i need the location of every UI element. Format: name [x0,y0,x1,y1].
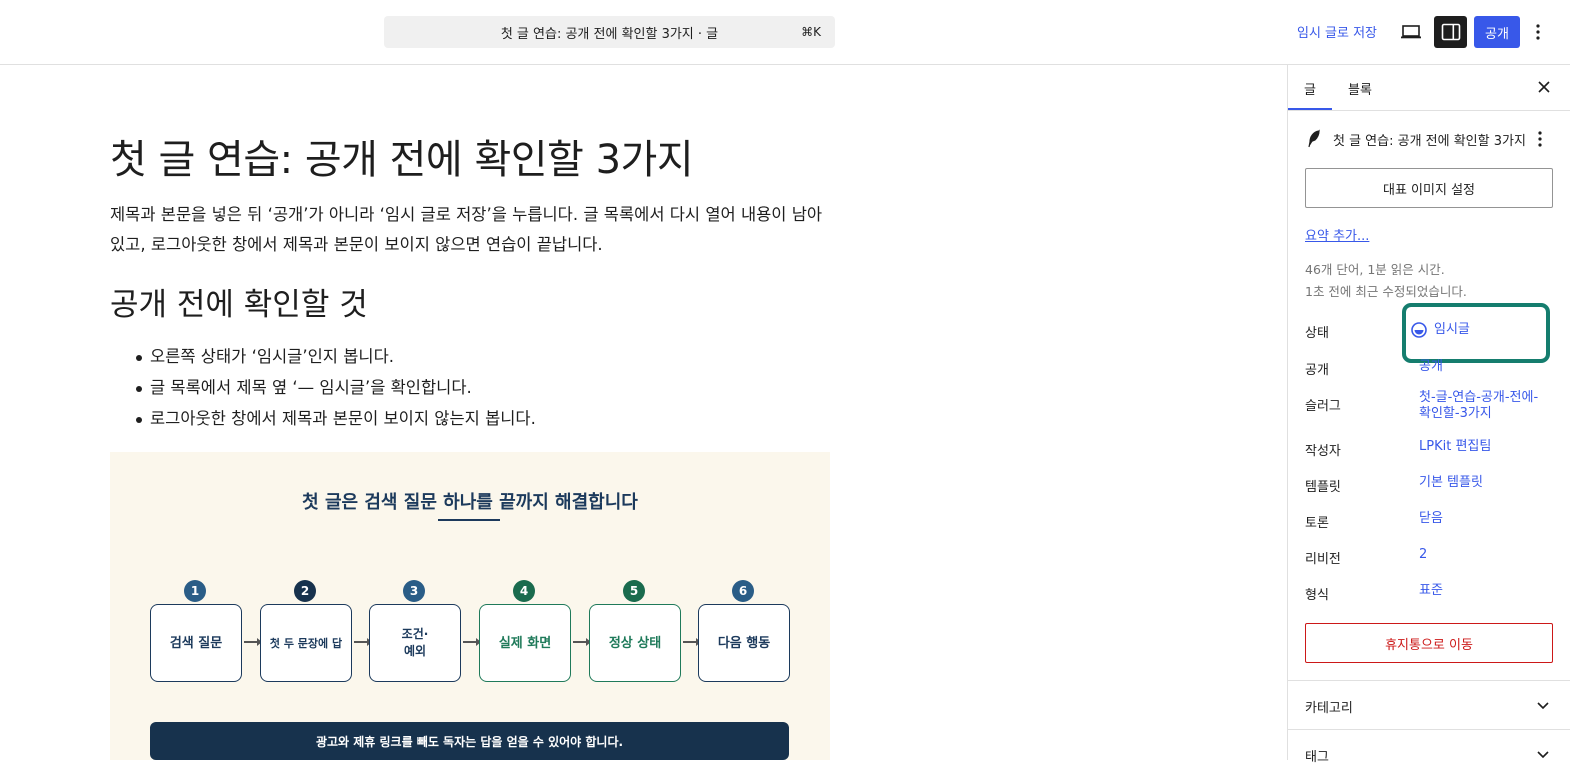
step-number: 6 [732,580,754,602]
infographic-banner: 광고와 제휴 링크를 빼도 독자는 답을 얻을 수 있어야 합니다. [150,722,789,760]
arrow [463,638,481,646]
step-number: 3 [403,580,425,602]
more-vertical-icon[interactable] [1532,129,1548,149]
visibility-value[interactable]: 공개 [1419,359,1443,375]
more-vertical-icon [1536,24,1540,40]
infographic-title: 첫 글은 검색 질문 하나를 끝까지 해결합니다 [302,492,638,513]
format-value[interactable]: 표준 [1419,583,1443,599]
step-number: 5 [623,580,645,602]
step-number: 2 [294,580,316,602]
step-number: 1 [184,580,206,602]
step-box: 정상 상태 [589,604,681,682]
slug-line: 첫-글-연습-공개-전에- [1419,390,1539,405]
word-count: 46개 단어, 1분 읽은 시간. [1305,262,1445,277]
step-box: 검색 질문 [150,604,242,682]
status-label: 상태 [1305,326,1329,341]
author-label: 작성자 [1305,444,1341,459]
arrow [354,638,372,646]
preview-button[interactable] [1394,16,1427,48]
panel-label: 태그 [1305,750,1329,765]
editor-header: 첫 글 연습: 공개 전에 확인할 3가지 · 글 ⌘K 임시 글로 저장 공개 [0,0,1570,65]
step-box: 첫 두 문장에 답 [260,604,352,682]
image-block[interactable]: 첫 글은 검색 질문 하나를 끝까지 해결합니다 1 검색 질문 2 첫 두 문… [110,452,830,760]
step-number: 4 [513,580,535,602]
step-box: 조건· 예외 [369,604,461,682]
discussion-value[interactable]: 닫음 [1419,511,1443,527]
post-summary-title: 첫 글 연습: 공개 전에 확인할 3가지 [1333,133,1526,149]
arrow [244,638,262,646]
template-label: 템플릿 [1305,480,1341,495]
revisions-label: 리비전 [1305,552,1341,567]
discussion-label: 토론 [1305,516,1329,531]
editor-canvas[interactable]: 첫 글 연습: 공개 전에 확인할 3가지 제목과 본문을 넣은 뒤 ‘공개’가… [0,65,1287,760]
status-value[interactable]: 임시글 [1410,321,1470,339]
chevron-down-icon [1537,751,1549,759]
draft-status-icon [1411,322,1427,338]
arrow [683,638,701,646]
options-menu-button[interactable] [1528,16,1548,48]
tags-panel-toggle[interactable]: 태그 [1288,729,1570,777]
sidebar-tabs: 글 블록 [1288,65,1570,111]
author-value[interactable]: LPKit 편집팀 [1419,439,1491,455]
revisions-value[interactable]: 2 [1419,547,1427,563]
settings-sidebar: 글 블록 첫 글 연습: 공개 전에 확인할 3가지 대표 이미지 설정 요약 … [1287,65,1570,765]
sidebar-toggle-icon [1441,23,1460,41]
template-value[interactable]: 기본 템플릿 [1419,475,1483,491]
step-box: 실제 화면 [479,604,571,682]
panel-label: 카테고리 [1305,701,1353,716]
settings-sidebar-toggle[interactable] [1434,16,1467,48]
add-excerpt-link[interactable]: 요약 추가... [1305,225,1369,244]
document-title[interactable]: 첫 글 연습: 공개 전에 확인할 3가지 · 글 [384,23,835,42]
command-palette-bar[interactable]: 첫 글 연습: 공개 전에 확인할 3가지 · 글 ⌘K [384,16,835,48]
list-item[interactable]: 오른쪽 상태가 ‘임시글’인지 봅니다. [110,342,536,373]
post-summary: 첫 글 연습: 공개 전에 확인할 3가지 [1305,127,1555,151]
visibility-label: 공개 [1305,363,1329,378]
slug-value[interactable]: 첫-글-연습-공개-전에- 확인할-3가지 [1419,390,1538,422]
slug-line: 확인할-3가지 [1419,406,1492,421]
close-icon[interactable] [1534,77,1554,97]
categories-panel-toggle[interactable]: 카테고리 [1288,680,1570,728]
feather-icon [1308,129,1320,148]
chevron-down-icon [1537,702,1549,710]
list-item[interactable]: 로그아웃한 창에서 제목과 본문이 보이지 않는지 봅니다. [110,404,536,435]
list-item[interactable]: 글 목록에서 제목 옆 ‘— 임시글’을 확인합니다. [110,373,536,404]
last-edited: 1초 전에 최근 수정되었습니다. [1305,284,1467,299]
format-label: 형식 [1305,588,1329,603]
slug-label: 슬러그 [1305,399,1341,414]
paragraph-block[interactable]: 제목과 본문을 넣은 뒤 ‘공개’가 아니라 ‘임시 글로 저장’을 누릅니다.… [110,200,840,260]
publish-button[interactable]: 공개 [1474,16,1520,48]
status-value-text: 임시글 [1434,322,1470,337]
tab-block[interactable]: 블록 [1348,79,1372,98]
title-underline [438,519,500,521]
set-featured-image-button[interactable]: 대표 이미지 설정 [1305,168,1553,208]
shortcut-hint: ⌘K [801,25,821,39]
post-title[interactable]: 첫 글 연습: 공개 전에 확인할 3가지 [110,127,694,185]
save-draft-button[interactable]: 임시 글로 저장 [1290,22,1384,41]
laptop-icon [1400,25,1421,39]
arrow [573,638,591,646]
active-tab-indicator [1288,108,1332,110]
tab-post[interactable]: 글 [1304,79,1316,98]
list-block[interactable]: 오른쪽 상태가 ‘임시글’인지 봅니다. 글 목록에서 제목 옆 ‘— 임시글’… [110,342,536,435]
move-to-trash-button[interactable]: 휴지통으로 이동 [1305,623,1553,663]
heading-block[interactable]: 공개 전에 확인할 것 [110,279,368,324]
step-box: 다음 행동 [698,604,790,682]
